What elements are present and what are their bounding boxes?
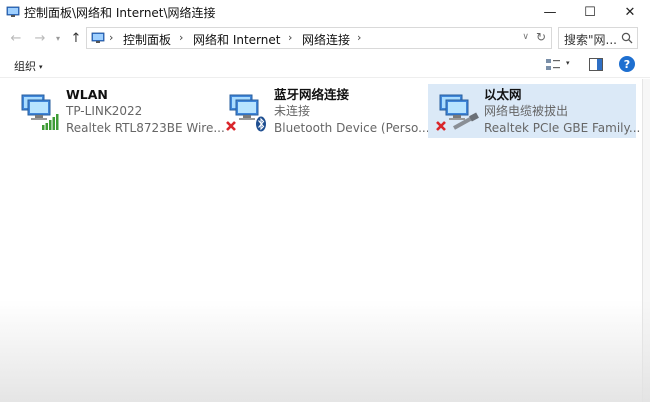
connection-details: 以太网 网络电缆被拔出 Realtek PCIe GBE Family... [484,86,640,137]
breadcrumb-separator[interactable]: › [288,31,292,44]
ethernet-adapter-icon [436,94,479,131]
connection-device: Realtek PCIe GBE Family... [484,121,641,135]
connection-name: 蓝牙网络连接 [274,87,350,102]
connection-item-bluetooth[interactable]: 蓝牙网络连接 未连接 Bluetooth Device (Perso... [218,84,430,138]
connection-details: WLAN TP-LINK2022 Realtek RTL8723BE Wire.… [66,86,225,137]
connection-device: Realtek RTL8723BE Wire... [66,121,225,135]
preview-pane-icon[interactable] [589,58,603,71]
wifi-adapter-icon [21,94,59,130]
breadcrumb-control-panel[interactable]: 控制面板 [123,31,171,48]
command-bar: 组织 ▾ ▾ ? [0,52,650,78]
address-row: ← → ▾ ↑ › 控制面板 › 网络和 Internet › 网络连接 › ∨… [0,24,650,52]
help-button[interactable]: ? [619,56,635,72]
address-dropdown-button[interactable]: ∨ [522,32,529,42]
breadcrumb-separator[interactable]: › [179,31,183,44]
connection-status: 未连接 [274,104,311,118]
title-bar: 控制面板\网络和 Internet\网络连接 — ☐ ✕ [0,0,650,24]
up-button[interactable]: ↑ [66,28,86,48]
breadcrumb-separator[interactable]: › [109,31,113,44]
connection-item-ethernet[interactable]: 以太网 网络电缆被拔出 Realtek PCIe GBE Family... [428,84,640,138]
breadcrumb-network-internet[interactable]: 网络和 Internet [193,31,280,48]
organize-label: 组织 [14,60,36,73]
back-button[interactable]: ← [6,28,26,48]
breadcrumb-network-connections[interactable]: 网络连接 [302,31,350,48]
connection-name: WLAN [66,87,108,102]
connection-name: 以太网 [484,87,522,102]
connection-status: 网络电缆被拔出 [484,104,569,118]
search-icon[interactable] [621,32,633,44]
minimize-button[interactable]: — [530,0,570,24]
search-box[interactable]: 搜索"网... [558,27,638,49]
connections-view: WLAN TP-LINK2022 Realtek RTL8723BE Wire.… [0,79,650,402]
window-title: 控制面板\网络和 Internet\网络连接 [24,6,216,20]
bluetooth-adapter-icon [226,94,266,132]
search-input[interactable]: 搜索"网... [564,31,617,48]
close-button[interactable]: ✕ [610,0,650,24]
refresh-button[interactable]: ↻ [536,30,546,44]
connection-status: TP-LINK2022 [66,104,143,118]
organize-menu[interactable]: 组织 ▾ [14,58,43,74]
maximize-button[interactable]: ☐ [570,0,610,24]
connection-item-wlan[interactable]: WLAN TP-LINK2022 Realtek RTL8723BE Wire.… [10,84,225,138]
connection-details: 蓝牙网络连接 未连接 Bluetooth Device (Perso... [274,86,430,137]
network-folder-icon [91,32,105,43]
view-options-caret[interactable]: ▾ [566,59,570,67]
forward-button[interactable]: → [30,28,50,48]
change-view-icon[interactable] [545,57,561,73]
recent-locations-button[interactable]: ▾ [48,28,68,48]
vertical-scrollbar[interactable] [642,79,650,402]
connection-device: Bluetooth Device (Perso... [274,121,430,135]
breadcrumb-separator[interactable]: › [357,31,361,44]
network-folder-icon [6,6,20,17]
address-bar[interactable]: › 控制面板 › 网络和 Internet › 网络连接 › ∨ ↻ [86,27,552,49]
chevron-down-icon: ▾ [39,63,43,71]
